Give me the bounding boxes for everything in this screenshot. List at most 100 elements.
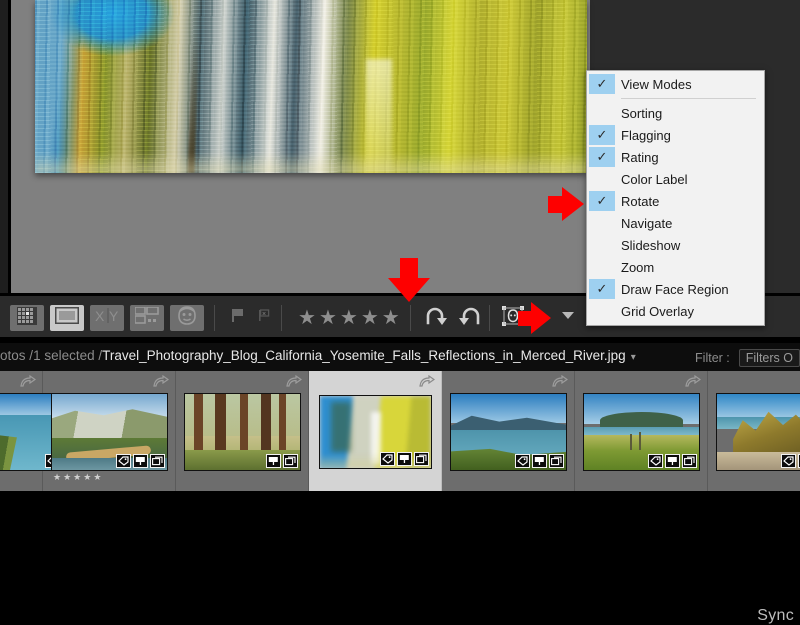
checkbox-indicator[interactable] xyxy=(589,103,615,123)
breadcrumb-prefix: otos xyxy=(0,348,26,363)
flag-icon[interactable] xyxy=(665,454,680,468)
flag-icon[interactable] xyxy=(133,454,148,468)
rotate-badge-icon[interactable] xyxy=(552,374,569,388)
checkbox-indicator[interactable] xyxy=(589,257,615,277)
filmstrip[interactable]: ★ ★ ★ ★ ★ xyxy=(0,371,800,491)
thumbnail-image[interactable] xyxy=(450,393,567,471)
loupe-background xyxy=(8,0,590,293)
checkbox-indicator[interactable]: ✓ xyxy=(589,191,615,211)
menu-item-rotate[interactable]: ✓ Rotate xyxy=(587,190,764,212)
rotate-badge-icon[interactable] xyxy=(153,374,170,388)
breadcrumb[interactable]: otos /1 selected /Travel_Photography_Blo… xyxy=(0,348,636,363)
grid-view-button[interactable] xyxy=(10,305,44,331)
sync-button[interactable]: Sync xyxy=(757,607,794,625)
rotate-badge-icon[interactable] xyxy=(419,374,436,388)
flag-icon[interactable] xyxy=(266,454,281,468)
menu-item-navigate[interactable]: Navigate xyxy=(587,212,764,234)
thumbnail-image[interactable] xyxy=(716,393,800,471)
loupe-view-button[interactable] xyxy=(50,305,84,331)
rating-star[interactable]: ★ xyxy=(361,308,379,328)
checkbox-indicator[interactable]: ✓ xyxy=(589,279,615,299)
svg-text:×: × xyxy=(262,311,266,318)
flag-icon[interactable] xyxy=(532,454,547,468)
compare-view-button[interactable]: X Y xyxy=(90,305,124,331)
thumbnail-badges[interactable] xyxy=(380,452,429,466)
breadcrumb-filename[interactable]: Travel_Photography_Blog_California_Yosem… xyxy=(102,348,626,363)
rating-star[interactable]: ★ xyxy=(298,308,316,328)
checkbox-indicator[interactable]: ✓ xyxy=(589,125,615,145)
menu-item-label: Slideshow xyxy=(621,237,681,253)
tag-icon[interactable] xyxy=(116,454,131,468)
menu-item-label: Flagging xyxy=(621,127,671,143)
checkbox-indicator[interactable] xyxy=(589,235,615,255)
thumbnail-badges[interactable] xyxy=(515,454,564,468)
rating-stars[interactable]: ★ ★ ★ ★ ★ xyxy=(292,308,406,328)
list-item-selected[interactable] xyxy=(309,371,442,491)
rotate-right-button[interactable] xyxy=(453,304,485,332)
thumbnail-image[interactable] xyxy=(583,393,700,471)
filter-value[interactable]: Filters O xyxy=(738,349,800,367)
list-item[interactable] xyxy=(0,371,80,491)
loupe-photo[interactable] xyxy=(35,0,587,173)
rotate-right-icon xyxy=(456,305,482,332)
breadcrumb-chevron-icon[interactable]: ▾ xyxy=(631,352,636,363)
menu-item-grid-overlay[interactable]: Grid Overlay xyxy=(587,300,764,322)
tag-icon[interactable] xyxy=(380,452,395,466)
menu-item-draw-face-region[interactable]: ✓ Draw Face Region xyxy=(587,278,764,300)
list-item[interactable]: ★ ★ ★ ★ ★ xyxy=(43,371,176,491)
toolbar-content-chevron[interactable] xyxy=(558,307,578,323)
stack-icon[interactable] xyxy=(414,452,429,466)
thumbnail-image[interactable] xyxy=(319,395,432,469)
flag-reject-button[interactable]: × xyxy=(251,305,277,331)
photo-shore-band xyxy=(35,152,587,173)
toolbar-divider-2 xyxy=(281,305,282,331)
mini-star: ★ xyxy=(93,472,102,482)
checkbox-indicator[interactable] xyxy=(589,301,615,321)
survey-view-button[interactable] xyxy=(130,305,164,331)
rotate-badge-icon[interactable] xyxy=(685,374,702,388)
stack-icon[interactable] xyxy=(150,454,165,468)
thumbnail-badges[interactable] xyxy=(266,454,298,468)
loupe-icon xyxy=(54,306,80,329)
menu-item-zoom[interactable]: Zoom xyxy=(587,256,764,278)
rotate-badge-icon[interactable] xyxy=(20,374,37,388)
rating-star[interactable]: ★ xyxy=(340,308,358,328)
thumbnail-image[interactable] xyxy=(51,393,168,471)
people-view-button[interactable] xyxy=(170,305,204,331)
thumbnail-rating[interactable]: ★ ★ ★ ★ ★ xyxy=(53,473,101,482)
list-item[interactable] xyxy=(442,371,575,491)
thumbnail-badges[interactable] xyxy=(116,454,165,468)
menu-item-rating[interactable]: ✓ Rating xyxy=(587,146,764,168)
tag-icon[interactable] xyxy=(648,454,663,468)
checkbox-indicator[interactable]: ✓ xyxy=(589,147,615,167)
menu-item-flagging[interactable]: ✓ Flagging xyxy=(587,124,764,146)
checkbox-indicator[interactable] xyxy=(589,169,615,189)
list-item[interactable] xyxy=(575,371,708,491)
menu-item-label: Zoom xyxy=(621,259,655,275)
flag-icon[interactable] xyxy=(397,452,412,466)
checkbox-indicator[interactable] xyxy=(589,213,615,233)
thumbnail-badges[interactable] xyxy=(648,454,697,468)
flag-pick-button[interactable] xyxy=(225,305,251,331)
rating-star[interactable]: ★ xyxy=(319,308,337,328)
thumbnail-badges[interactable] xyxy=(781,454,800,468)
rotate-left-button[interactable] xyxy=(421,304,453,332)
face-icon xyxy=(177,306,197,330)
tag-icon[interactable] xyxy=(781,454,796,468)
stack-icon[interactable] xyxy=(682,454,697,468)
toolbar-content-menu[interactable]: ✓ View Modes Sorting ✓ Flagging ✓ Rating… xyxy=(586,70,765,326)
list-item[interactable] xyxy=(708,371,800,491)
rating-star[interactable]: ★ xyxy=(382,308,400,328)
menu-item-slideshow[interactable]: Slideshow xyxy=(587,234,764,256)
list-item[interactable] xyxy=(176,371,309,491)
stack-icon[interactable] xyxy=(283,454,298,468)
menu-item-color-label[interactable]: Color Label xyxy=(587,168,764,190)
stack-icon[interactable] xyxy=(549,454,564,468)
checkbox-indicator[interactable]: ✓ xyxy=(589,74,615,94)
tag-icon[interactable] xyxy=(515,454,530,468)
menu-item-view-modes[interactable]: ✓ View Modes xyxy=(587,73,764,95)
check-icon: ✓ xyxy=(596,76,608,91)
menu-item-sorting[interactable]: Sorting xyxy=(587,102,764,124)
thumbnail-image[interactable] xyxy=(184,393,301,471)
rotate-badge-icon[interactable] xyxy=(286,374,303,388)
